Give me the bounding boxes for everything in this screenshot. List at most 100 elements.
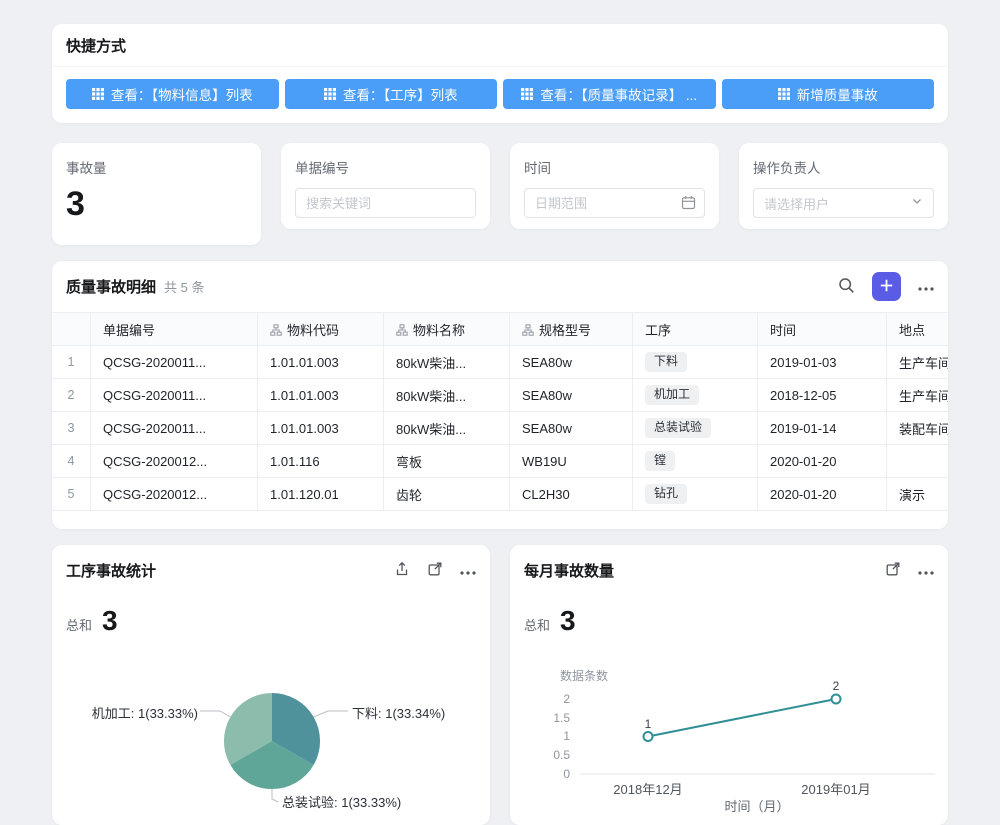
point-label: 1 [645,717,652,731]
cell-material-name: 80kW柴油... [384,346,510,379]
owner-label: 操作负责人 [753,157,934,177]
table-row[interactable]: 4QCSG-2020012...1.01.116弯板WB19U镗2020-01-… [52,445,948,478]
shortcut-label: 查看：【物料信息】列表 [111,84,253,104]
more-menu-button[interactable] [918,279,934,294]
plus-icon [879,278,894,296]
shortcut-view-material-list-button[interactable]: 查看：【物料信息】列表 [66,79,279,109]
trend-line [648,699,836,737]
cell-process: 机加工 [633,379,758,412]
filter-row: 事故量 3 单据编号 时间 操作负责人 请选择用户 [52,143,948,245]
cell-material-name: 弯板 [384,445,510,478]
shortcut-view-accident-record-button[interactable]: 查看：【质量事故记录】 ... [503,79,716,109]
cell-date: 2020-01-20 [758,478,887,511]
owner-select[interactable]: 请选择用户 [753,188,934,218]
time-filter-card: 时间 [510,143,719,229]
open-in-new-icon [427,561,443,580]
data-point[interactable] [832,695,841,704]
x-tick-jan-2019: 2019年01月 [801,779,870,798]
cell-process: 下料 [633,346,758,379]
column-header: 物料名称 [384,313,510,346]
cell-process: 钻孔 [633,478,758,511]
pie-callout-machining: 机加工: 1(33.33%) [52,703,198,722]
cell-doc-number: QCSG-2020011... [91,379,258,412]
shortcut-add-accident-button[interactable]: 新增质量事故 [722,79,935,109]
chevron-down-icon [911,194,923,212]
relation-icon [522,324,534,339]
line-chart-area: 数据条数 2 1.5 1 0.5 0 1 2 2018年12月 2019年01月… [510,665,948,825]
line-total-label: 总和 [524,615,550,634]
process-tag: 钻孔 [645,484,687,505]
more-icon [918,563,934,578]
pie-card-title: 工序事故统计 [66,560,156,581]
data-point[interactable] [644,732,653,741]
doc-number-filter-card: 单据编号 [281,143,490,229]
export-button[interactable] [394,561,410,580]
time-label: 时间 [524,157,705,177]
doc-number-search-input[interactable] [295,188,476,218]
cell-material-code: 1.01.01.003 [258,346,384,379]
cell-place: 生产车间 [887,379,949,412]
cell-material-name: 齿轮 [384,478,510,511]
cell-material-code: 1.01.01.003 [258,379,384,412]
line-total-value: 3 [560,607,576,635]
monthly-accident-count-card: 每月事故数量 总和 3 数据条数 2 1.5 1 0.5 0 [510,545,948,825]
accident-count-card: 事故量 3 [52,143,261,245]
cell-date: 2018-12-05 [758,379,887,412]
cell-place: 演示 [887,478,949,511]
table-row[interactable]: 2QCSG-2020011...1.01.01.00380kW柴油...SEA8… [52,379,948,412]
date-range-input[interactable] [524,188,705,218]
owner-filter-card: 操作负责人 请选择用户 [739,143,948,229]
row-index: 2 [52,379,91,412]
accident-count-label: 事故量 [66,157,247,177]
search-button[interactable] [838,277,855,297]
record-count: 共 5 条 [164,277,204,296]
more-menu-button[interactable] [918,563,934,578]
data-table-wrapper: 单据编号物料代码物料名称规格型号工序时间地点事故内容操作负责人 1QCSG-20… [52,312,948,511]
column-header-label: 单据编号 [103,323,155,338]
cell-spec-model: CL2H30 [510,478,633,511]
row-index: 4 [52,445,91,478]
shortcuts-card: 快捷方式 查看：【物料信息】列表 查看：【工序】列表 查看：【质量事故记录】 .… [52,24,948,123]
row-index: 1 [52,346,91,379]
calendar-icon[interactable] [681,195,696,210]
table-row[interactable]: 5QCSG-2020012...1.01.120.01齿轮CL2H30钻孔202… [52,478,948,511]
search-icon [838,277,855,297]
cell-material-code: 1.01.01.003 [258,412,384,445]
open-in-new-icon [885,561,901,580]
more-icon [918,279,934,294]
pie-leader-line [272,789,278,802]
shortcut-label: 查看：【质量事故记录】 ... [540,84,697,104]
cell-doc-number: QCSG-2020011... [91,346,258,379]
column-header: 工序 [633,313,758,346]
cell-process: 总装试验 [633,412,758,445]
row-index: 3 [52,412,91,445]
cell-doc-number: QCSG-2020011... [91,412,258,445]
shortcut-view-process-list-button[interactable]: 查看：【工序】列表 [285,79,498,109]
dashboard-page: 快捷方式 查看：【物料信息】列表 查看：【工序】列表 查看：【质量事故记录】 .… [0,0,1000,825]
column-header-label: 物料代码 [287,323,339,338]
process-tag: 下料 [645,352,687,373]
column-header: 物料代码 [258,313,384,346]
cell-date: 2020-01-20 [758,445,887,478]
owner-select-placeholder: 请选择用户 [764,194,829,213]
more-menu-button[interactable] [460,563,476,578]
more-icon [460,563,476,578]
shortcuts-title: 快捷方式 [66,35,126,56]
row-index-header [52,313,91,346]
table-row[interactable]: 3QCSG-2020011...1.01.01.00380kW柴油...SEA8… [52,412,948,445]
grid-icon [778,88,790,100]
process-tag: 机加工 [645,385,699,406]
row-index: 5 [52,478,91,511]
line-card-title: 每月事故数量 [524,560,614,581]
pie-callout-assembly-test: 总装试验: 1(33.33%) [282,792,401,811]
cell-spec-model: WB19U [510,445,633,478]
cell-date: 2019-01-14 [758,412,887,445]
accident-detail-card: 质量事故明细 共 5 条 单据编号物料代码物料名称规格型号工序时间地点事故内容操… [52,261,948,529]
column-header-label: 工序 [645,323,671,338]
table-row[interactable]: 1QCSG-2020011...1.01.01.00380kW柴油...SEA8… [52,346,948,379]
open-in-new-button[interactable] [885,561,901,580]
column-header-label: 物料名称 [413,323,465,338]
add-record-button[interactable] [872,272,901,301]
cell-material-name: 80kW柴油... [384,379,510,412]
open-in-new-button[interactable] [427,561,443,580]
